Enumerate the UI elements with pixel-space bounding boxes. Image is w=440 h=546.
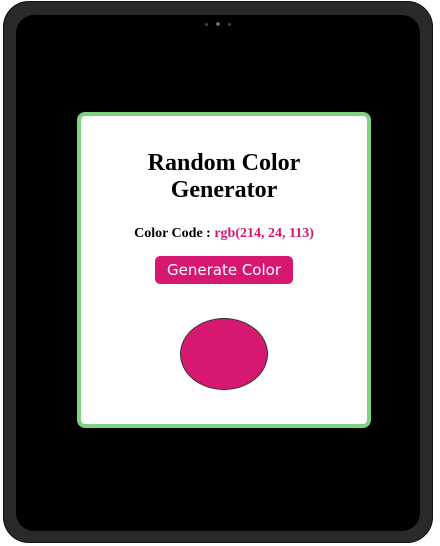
tablet-screen: Random Color Generator Color Code : rgb(…: [16, 15, 420, 531]
sensor-dot: [205, 22, 208, 26]
tablet-frame: Random Color Generator Color Code : rgb(…: [3, 1, 433, 543]
generate-color-button[interactable]: Generate Color: [155, 256, 293, 284]
color-preview-circle: [180, 318, 268, 390]
page-title: Random Color Generator: [147, 150, 301, 203]
camera-bar: [188, 21, 248, 27]
sensor-dot: [228, 22, 231, 26]
color-code-line: Color Code : rgb(214, 24, 113): [81, 226, 367, 242]
camera-icon: [216, 22, 220, 26]
color-code-label: Color Code :: [134, 226, 215, 241]
color-generator-card: Random Color Generator Color Code : rgb(…: [77, 112, 371, 428]
color-code-value: rgb(214, 24, 113): [214, 226, 314, 241]
